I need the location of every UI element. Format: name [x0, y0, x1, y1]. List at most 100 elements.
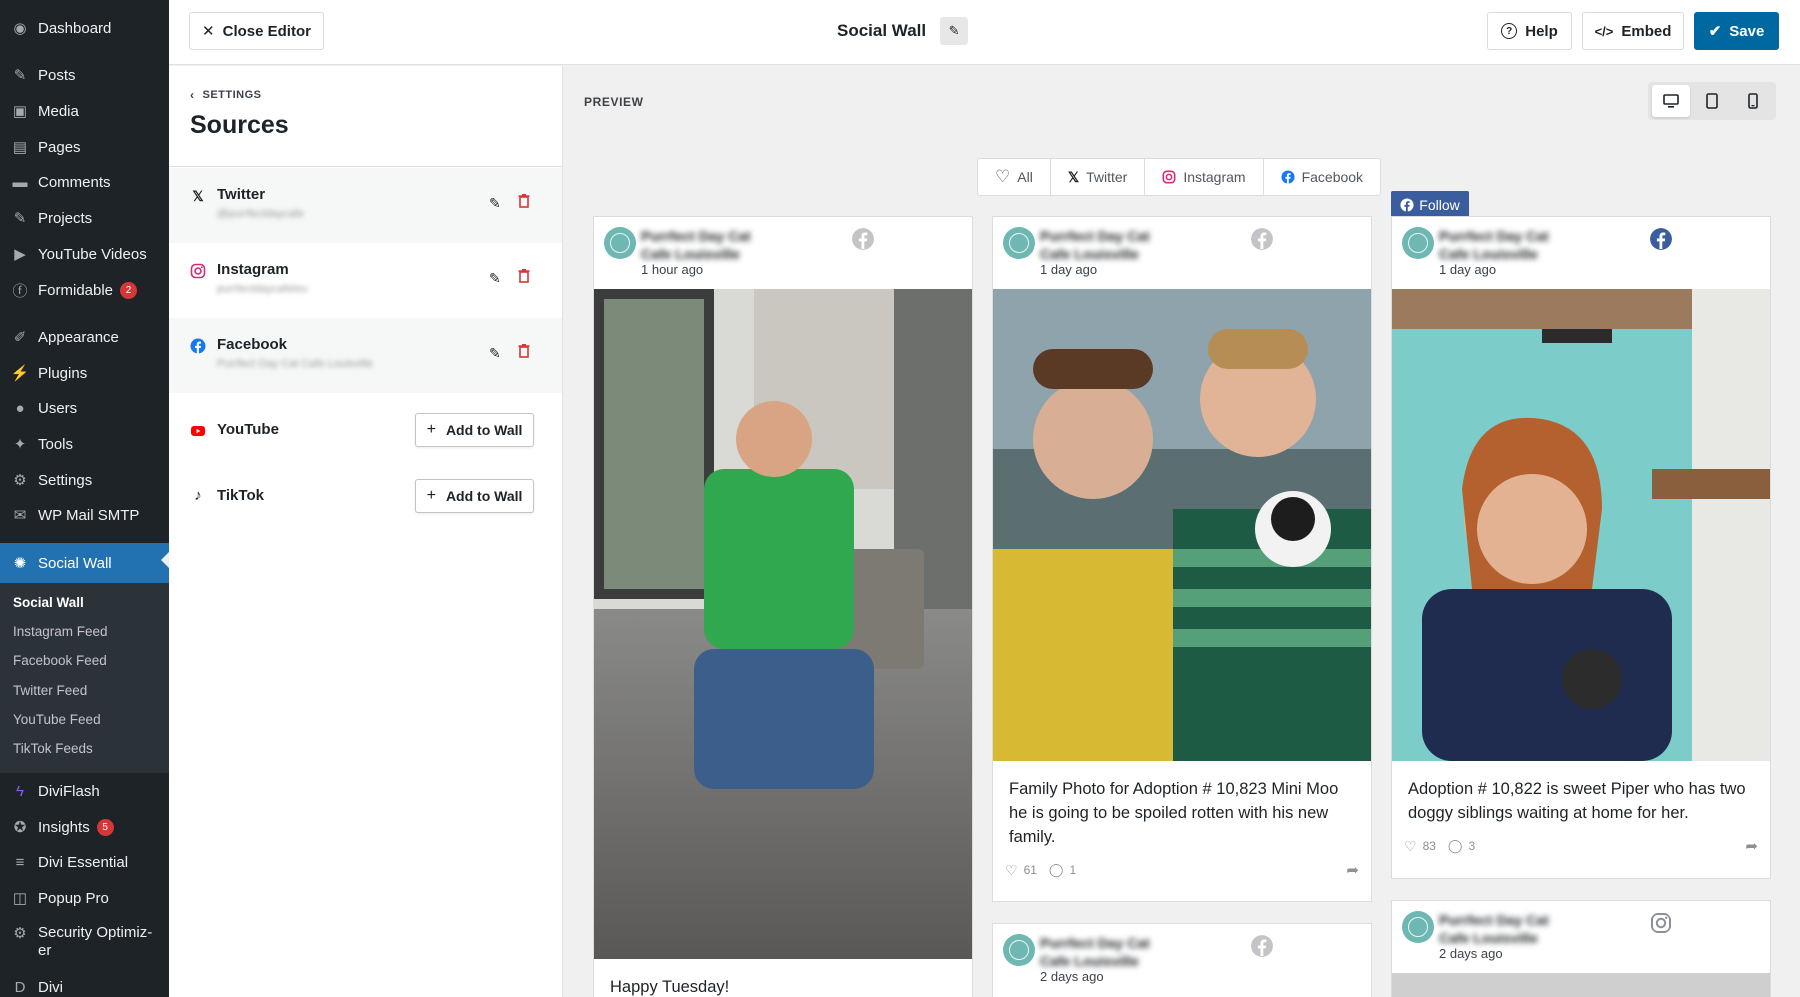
menu-label: Insights	[38, 818, 90, 836]
filter-twitter[interactable]: 𝕏 Twitter	[1051, 159, 1146, 195]
edit-source-instagram-button[interactable]: ✎	[489, 270, 501, 287]
close-editor-button[interactable]: ✕ Close Editor	[189, 12, 324, 50]
add-tiktok-to-wall-button[interactable]: + Add to Wall	[415, 479, 534, 513]
desktop-view-button[interactable]	[1652, 85, 1691, 117]
submenu-instagram-feed[interactable]: Instagram Feed	[13, 624, 108, 639]
youtube-icon	[191, 426, 205, 436]
pencil-icon: ✎	[948, 23, 960, 38]
help-icon: ?	[1501, 23, 1518, 39]
menu-item-projects[interactable]: ✎ Projects	[0, 201, 169, 235]
mobile-view-button[interactable]	[1734, 85, 1772, 117]
filter-all[interactable]: ♡ All	[978, 159, 1051, 195]
submenu-youtube-feed[interactable]: YouTube Feed	[13, 712, 101, 727]
edit-title-button[interactable]: ✎	[940, 17, 969, 45]
menu-label: Tools	[38, 435, 74, 453]
pin-icon: ✎	[13, 67, 27, 84]
menu-item-media[interactable]: ▣ Media	[0, 94, 169, 128]
submenu-twitter-feed[interactable]: Twitter Feed	[13, 683, 87, 698]
menu-item-security-optimizer[interactable]: ⚙ Security Optimiz-er	[0, 918, 169, 966]
menu-item-users[interactable]: ● Users	[0, 391, 169, 425]
back-to-settings-link[interactable]: ‹ SETTINGS	[190, 88, 562, 102]
post-author: Purrfect Day Cat Cafe Louisville	[1439, 228, 1549, 262]
save-button[interactable]: ✔ Save	[1694, 12, 1779, 50]
menu-item-comments[interactable]: ▬ Comments	[0, 165, 169, 199]
post-image[interactable]	[1392, 973, 1770, 997]
comment-count: 1	[1069, 863, 1077, 877]
share-icon[interactable]: ➦	[1745, 837, 1758, 855]
post-card[interactable]: Purrfect Day Cat Cafe Louisville 1 hour …	[593, 216, 973, 997]
admin-sidebar: ◉ Dashboard ✎ Posts ▣ Media ▤ Pages ▬ Comment…	[0, 0, 169, 997]
tablet-view-button[interactable]	[1693, 85, 1731, 117]
check-icon: ✔	[1708, 23, 1722, 40]
submenu-social-wall[interactable]: Social Wall	[13, 595, 84, 610]
menu-item-diviflash[interactable]: ϟ DiviFlash	[0, 774, 169, 808]
menu-item-social-wall[interactable]: ✺ Social Wall	[0, 543, 169, 583]
menu-item-youtube-videos[interactable]: ▶ YouTube Videos	[0, 237, 169, 271]
filter-label: Facebook	[1301, 169, 1364, 185]
instagram-icon	[1162, 170, 1176, 184]
source-name: Twitter	[217, 186, 266, 203]
edit-source-facebook-button[interactable]: ✎	[489, 345, 501, 362]
submenu-facebook-feed[interactable]: Facebook Feed	[13, 653, 107, 668]
panel-header: ‹ SETTINGS Sources	[169, 66, 562, 167]
delete-source-twitter-button[interactable]	[518, 194, 530, 208]
post-card[interactable]: Purrfect Day Cat Cafe Louisville 1 day a…	[1391, 216, 1771, 879]
delete-source-facebook-button[interactable]	[518, 344, 530, 358]
instagram-icon	[190, 263, 206, 279]
tiktok-icon: ♪	[194, 486, 202, 504]
menu-item-wp-mail-smtp[interactable]: ✉ WP Mail SMTP	[0, 498, 169, 532]
close-editor-label: Close Editor	[222, 22, 311, 40]
submenu-tiktok-feeds[interactable]: TikTok Feeds	[13, 741, 93, 756]
menu-item-plugins[interactable]: ⚡ Plugins	[0, 356, 169, 390]
menu-item-popup-pro[interactable]: ◫ Popup Pro	[0, 881, 169, 915]
menu-item-divi-essential[interactable]: ≡ Divi Essential	[0, 845, 169, 879]
source-row-instagram: Instagram purrfectdaycafelou ✎	[169, 243, 562, 318]
source-row-facebook: Facebook Purrfect Day Cat Cafe Louisvill…	[169, 318, 562, 393]
post-image[interactable]	[594, 289, 972, 959]
facebook-follow-button[interactable]: Follow	[1391, 191, 1469, 219]
post-time: 1 day ago	[1439, 262, 1497, 277]
diviflash-icon: ϟ	[16, 782, 24, 800]
plus-icon: +	[426, 421, 436, 438]
menu-item-settings[interactable]: ⚙ Settings	[0, 463, 169, 497]
post-image[interactable]	[993, 289, 1371, 761]
menu-item-tools[interactable]: ✦ Tools	[0, 427, 169, 461]
post-time: 1 day ago	[1040, 262, 1098, 277]
delete-source-instagram-button[interactable]	[518, 269, 530, 283]
post-header: Purrfect Day Cat Cafe Louisville 1 day a…	[1392, 217, 1770, 289]
mail-icon: ✉	[13, 507, 27, 524]
menu-item-divi[interactable]: D Divi	[0, 970, 169, 997]
filter-label: All	[1017, 169, 1033, 185]
help-label: Help	[1525, 22, 1558, 40]
close-icon: ✕	[202, 23, 215, 40]
comment-icon: ◯	[1447, 838, 1463, 853]
menu-item-appearance[interactable]: ✐ Appearance	[0, 320, 169, 354]
facebook-icon	[190, 338, 206, 354]
embed-button[interactable]: </> Embed	[1582, 12, 1684, 50]
post-header: Purrfect Day Cat Cafe Louisville 1 day a…	[993, 217, 1371, 289]
menu-label: Social Wall	[38, 554, 112, 572]
post-card[interactable]: Purrfect Day Cat Cafe Louisville 2 days …	[1391, 900, 1771, 997]
menu-label: Pages	[38, 138, 81, 156]
menu-label: Security Optimiz-er	[38, 924, 153, 959]
edit-source-twitter-button[interactable]: ✎	[489, 195, 501, 212]
divi-icon: D	[14, 978, 26, 996]
filter-instagram[interactable]: Instagram	[1145, 159, 1264, 195]
menu-item-dashboard[interactable]: ◉ Dashboard	[0, 11, 169, 45]
menu-item-insights[interactable]: ✪ Insights 5	[0, 810, 169, 844]
post-image[interactable]	[1392, 289, 1770, 761]
post-card[interactable]: Purrfect Day Cat Cafe Louisville 2 days …	[992, 923, 1372, 997]
menu-item-pages[interactable]: ▤ Pages	[0, 130, 169, 164]
menu-item-posts[interactable]: ✎ Posts	[0, 58, 169, 92]
filter-facebook[interactable]: Facebook	[1264, 159, 1380, 195]
add-youtube-to-wall-button[interactable]: + Add to Wall	[415, 413, 534, 447]
filter-label: Instagram	[1183, 169, 1246, 185]
panel-title: Sources	[190, 111, 289, 139]
help-button[interactable]: ? Help	[1487, 12, 1572, 50]
menu-item-formidable[interactable]: ⓕ Formidable 2	[0, 273, 169, 307]
menu-label: Appearance	[38, 328, 119, 346]
social-wall-submenu: Social Wall Instagram Feed Facebook Feed…	[0, 583, 169, 773]
post-card[interactable]: Purrfect Day Cat Cafe Louisville 1 day a…	[992, 216, 1372, 902]
share-icon[interactable]: ➦	[1346, 861, 1359, 879]
feed-title: Social Wall	[837, 21, 927, 40]
